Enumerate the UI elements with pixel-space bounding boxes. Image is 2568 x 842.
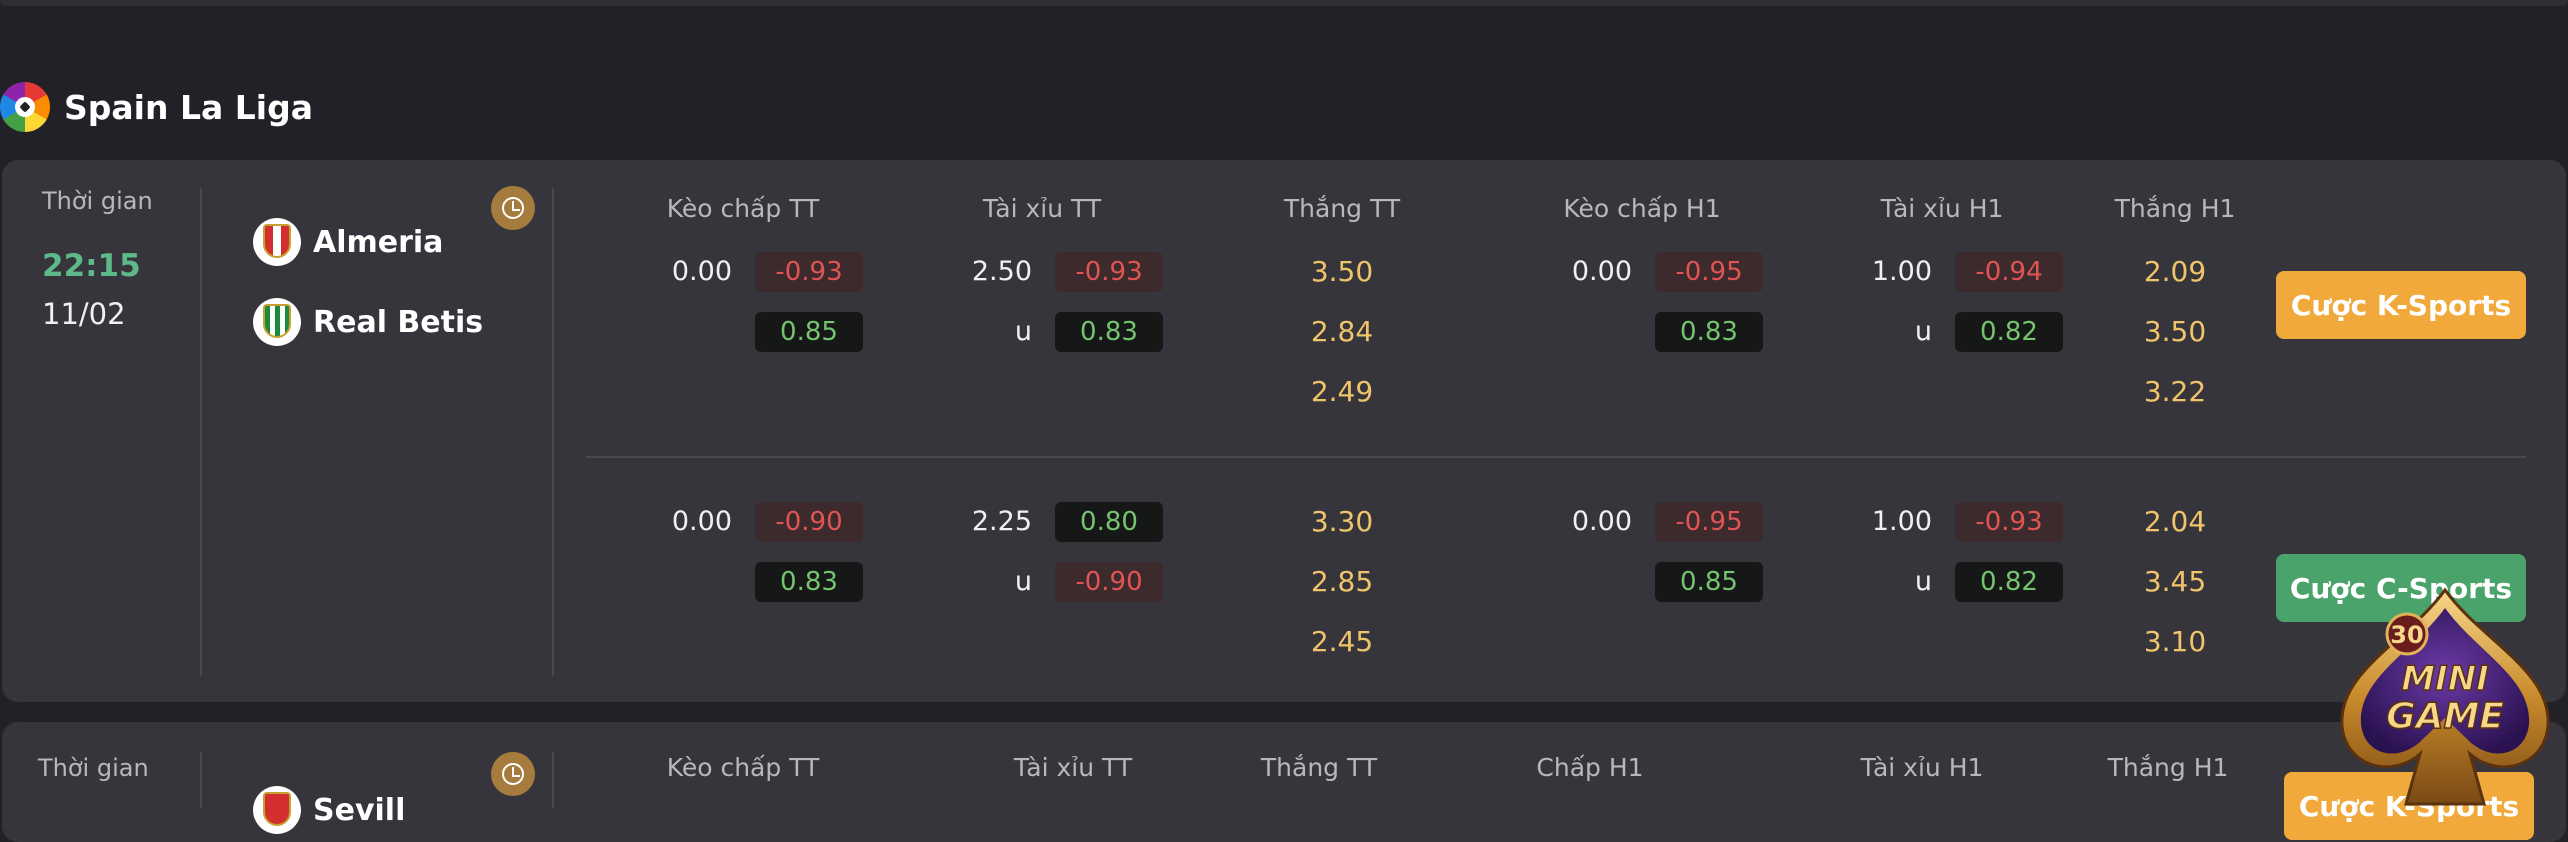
total-line: 2.25 [971,506,1032,537]
odd-button[interactable]: -0.93 [1955,502,2063,542]
odd-draw-h1[interactable]: 3.45 [2125,565,2225,598]
header-handicap-ft: Kèo chấp TT [666,194,820,223]
clock-icon[interactable] [491,752,535,796]
almeria-crest-icon [253,218,301,266]
clock-icon[interactable] [491,186,535,230]
bet-k-sports-button[interactable]: Cược K-Sports [2276,271,2526,339]
handicap-line: 0.00 [1571,506,1632,537]
minigame-line2: GAME [2386,696,2504,737]
odd-button[interactable]: 0.85 [1655,562,1763,602]
total-line: 1.00 [1871,506,1932,537]
odd-button[interactable]: 0.82 [1955,312,2063,352]
odd-home-win-h1[interactable]: 2.09 [2125,255,2225,288]
header-over-under-h1: Tài xỉu H1 [1860,753,1984,782]
header-win-h1: Thắng H1 [2107,753,2229,782]
home-team-name: Almeria [313,224,444,260]
odd-button[interactable]: -0.90 [1055,562,1163,602]
odd-draw[interactable]: 2.84 [1292,315,1392,348]
away-team[interactable]: Real Betis [253,298,483,346]
home-team-name: Sevill [313,792,406,828]
odd-button[interactable]: 0.83 [1655,312,1763,352]
match-time: 22:15 [42,248,141,284]
odd-button[interactable]: -0.90 [755,502,863,542]
header-over-under-ft: Tài xỉu TT [982,194,1102,223]
handicap-line: 0.00 [671,506,732,537]
under-label: u [1914,316,1932,347]
divider [552,752,554,808]
time-label: Thời gian [42,187,153,215]
real-betis-crest-icon [253,298,301,346]
divider [200,752,202,808]
odd-draw-h1[interactable]: 3.50 [2125,315,2225,348]
header-handicap-h1: Chấp H1 [1536,753,1644,782]
odd-button[interactable]: -0.95 [1655,252,1763,292]
header-win-h1: Thắng H1 [2114,194,2236,223]
odd-draw[interactable]: 2.85 [1292,565,1392,598]
sevilla-crest-icon [253,786,301,834]
odd-home-win[interactable]: 3.30 [1292,505,1392,538]
header-win-ft: Thắng TT [1283,194,1401,223]
under-label: u [1914,566,1932,597]
odd-button[interactable]: -0.94 [1955,252,2063,292]
home-team[interactable]: Almeria [253,218,443,266]
handicap-line: 0.00 [671,256,732,287]
minigame-line1: MINI [2401,659,2489,699]
handicap-line: 0.00 [1571,256,1632,287]
odd-button[interactable]: 0.80 [1055,502,1163,542]
match-date: 11/02 [42,297,126,331]
row-divider [586,456,2526,458]
header-handicap-h1: Kèo chấp H1 [1563,194,1721,223]
league-header: Spain La Liga [0,82,313,132]
header-win-ft: Thắng TT [1260,753,1378,782]
laliga-logo-icon [0,82,50,132]
under-label: u [1014,316,1032,347]
odd-button[interactable]: 0.85 [755,312,863,352]
odd-home-win[interactable]: 3.50 [1292,255,1392,288]
header-over-under-ft: Tài xỉu TT [1013,753,1133,782]
odd-away-win[interactable]: 2.45 [1292,625,1392,658]
minigame-count: 30 [2390,621,2423,649]
divider [200,188,202,676]
under-label: u [1014,566,1032,597]
divider [552,188,554,676]
time-label: Thời gian [38,754,149,782]
odd-away-win-h1[interactable]: 3.10 [2125,625,2225,658]
odd-button[interactable]: -0.93 [755,252,863,292]
odd-button[interactable]: 0.83 [1055,312,1163,352]
minigame-badge[interactable]: 30 MINI GAME [2332,586,2558,808]
total-line: 2.50 [971,256,1032,287]
odd-away-win[interactable]: 2.49 [1292,375,1392,408]
odd-button[interactable]: 0.82 [1955,562,2063,602]
odd-button[interactable]: -0.95 [1655,502,1763,542]
home-team[interactable]: Sevill [253,786,405,834]
header-over-under-h1: Tài xỉu H1 [1880,194,2004,223]
total-line: 1.00 [1871,256,1932,287]
odd-button[interactable]: -0.93 [1055,252,1163,292]
odd-away-win-h1[interactable]: 3.22 [2125,375,2225,408]
top-divider [0,0,2568,6]
odd-button[interactable]: 0.83 [755,562,863,602]
odd-home-win-h1[interactable]: 2.04 [2125,505,2225,538]
header-handicap-ft: Kèo chấp TT [666,753,820,782]
league-title: Spain La Liga [64,87,313,127]
away-team-name: Real Betis [313,304,484,340]
